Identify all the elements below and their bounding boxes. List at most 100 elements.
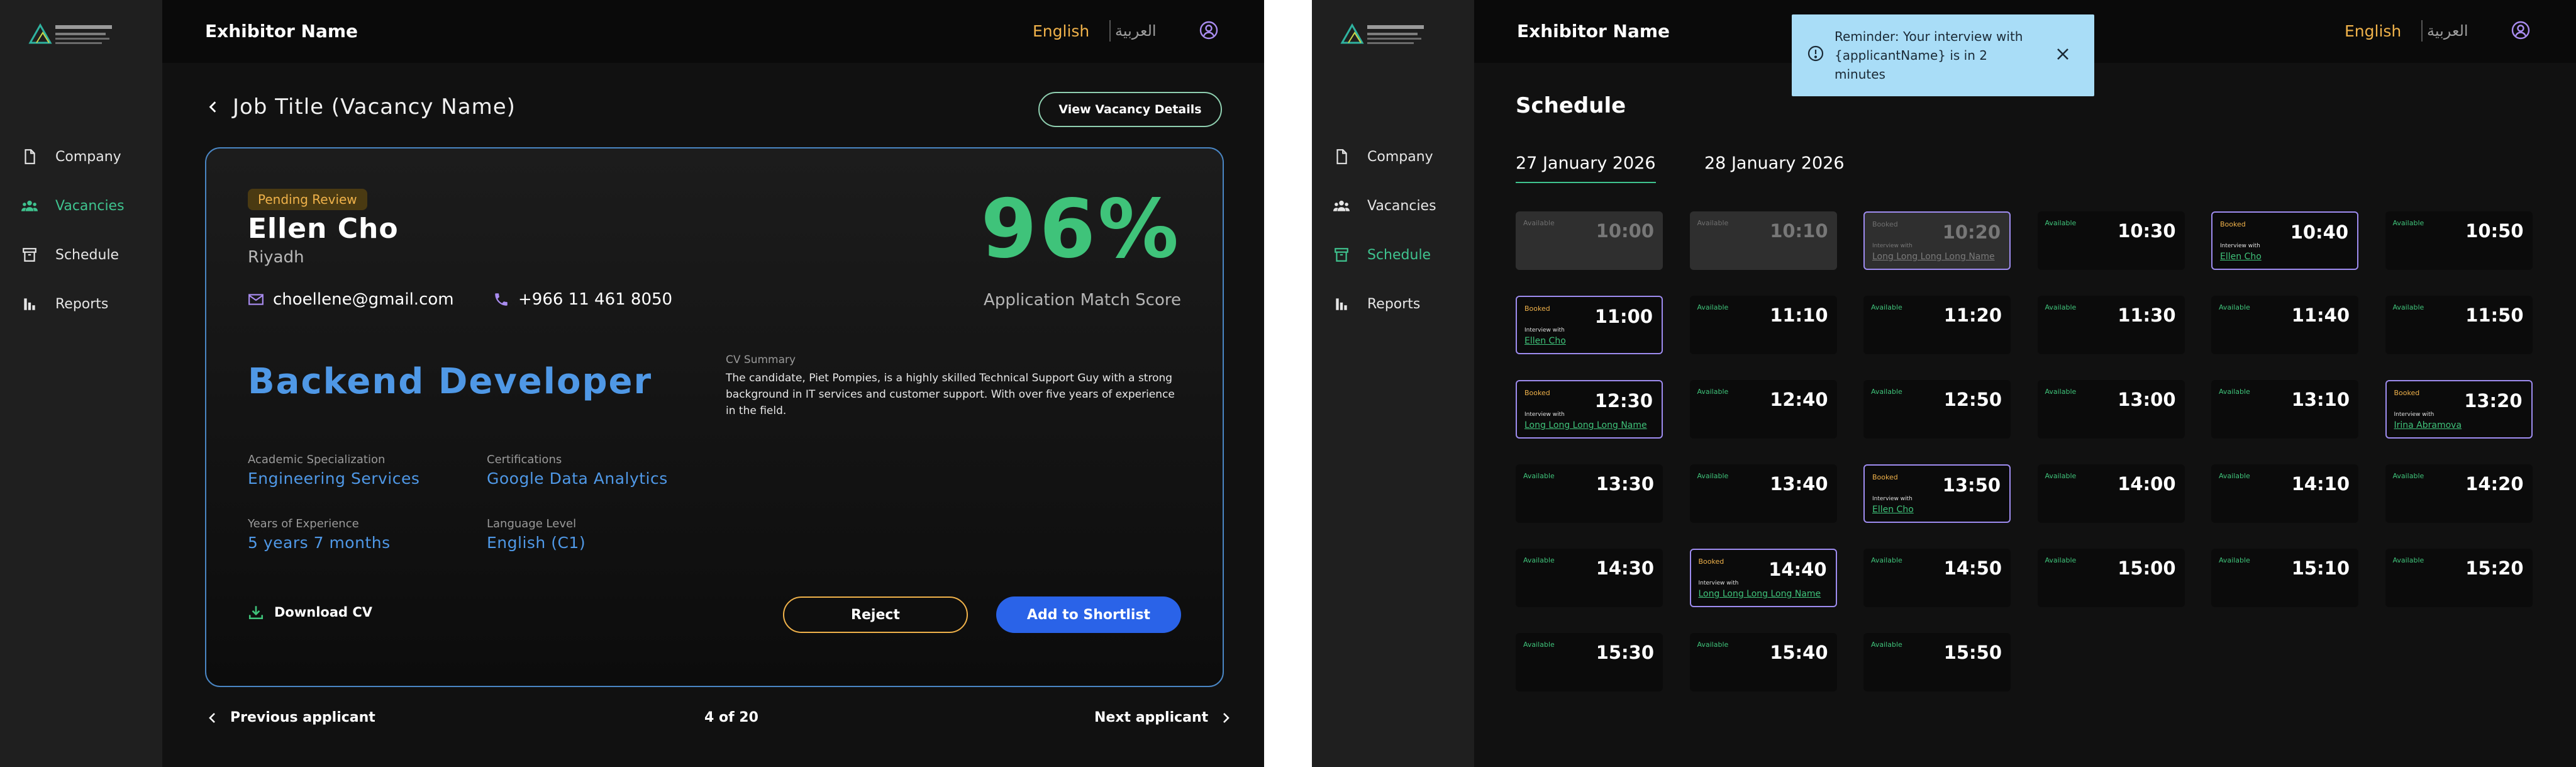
slot-status: Available [1697,388,1729,396]
tab-date-1[interactable]: 27 January 2026 [1516,154,1656,183]
schedule-slot[interactable]: Available 11:30 [2037,296,2185,354]
next-applicant-link[interactable]: Next applicant [1094,710,1232,725]
slot-applicant-link[interactable]: Ellen Cho [1872,505,1914,515]
schedule-slot[interactable]: Available 11:10 [1689,296,1837,354]
schedule-slot[interactable]: Booked 14:40 Interview with Long Long Long … [1689,549,1837,607]
slot-time: 11:40 [2291,305,2350,326]
slot-time: 12:40 [1770,389,1828,410]
tab-date-2[interactable]: 28 January 2026 [1704,154,1845,182]
slot-status: Available [1697,303,1729,311]
slot-time: 11:00 [1594,306,1653,327]
slot-applicant-link[interactable]: Long Long Long Long Name [1872,252,1995,262]
schedule-slot[interactable]: Booked 10:20 Interview with Long Long Long … [1863,211,2011,270]
previous-applicant-link[interactable]: Previous applicant [206,710,375,725]
slot-status: Available [1697,472,1729,480]
slot-status: Available [1871,556,1902,564]
slot-time: 14:40 [1768,559,1827,580]
slot-status: Available [2219,556,2250,564]
language-english[interactable]: English [1033,22,1089,40]
sidebar-item-vacancies[interactable]: Vacancies [0,181,162,230]
schedule-slot[interactable]: Available 15:40 [1689,633,1837,691]
schedule-slot[interactable]: Available 10:50 [2385,211,2533,270]
sidebar-item-label: Company [1367,148,1433,165]
schedule-slot[interactable]: Available 13:40 [1689,464,1837,523]
exhibitor-name: Exhibitor Name [205,21,358,42]
schedule-slot[interactable]: Available 15:00 [2037,549,2185,607]
slot-applicant-link[interactable]: Ellen Cho [1524,336,1566,346]
schedule-slot[interactable]: Available 12:50 [1863,380,2011,439]
applicant-name: Ellen Cho [248,213,399,245]
view-vacancy-details-button[interactable]: View Vacancy Details [1038,92,1222,127]
slot-time: 15:40 [1770,642,1828,663]
schedule-slot[interactable]: Available 14:20 [2385,464,2533,523]
language-arabic[interactable]: العربية [1115,22,1157,40]
schedule-slot[interactable]: Available 11:20 [1863,296,2011,354]
sidebar-item-reports[interactable]: Reports [1312,279,1474,328]
slot-status: Booked [1524,305,1550,313]
slot-applicant-link[interactable]: Long Long Long Long Name [1524,420,1647,430]
sidebar-item-schedule[interactable]: Schedule [0,230,162,279]
sidebar-item-label: Reports [55,296,109,312]
sidebar-item-schedule[interactable]: Schedule [1312,230,1474,279]
schedule-slot[interactable]: Available 10:10 [1689,211,1837,270]
add-to-shortlist-button[interactable]: Add to Shortlist [996,596,1181,633]
download-icon [248,606,264,620]
sidebar-item-company[interactable]: Company [1312,132,1474,181]
reject-button[interactable]: Reject [783,596,968,633]
schedule-slot[interactable]: Available 14:10 [2211,464,2358,523]
sidebar-item-company[interactable]: Company [0,132,162,181]
applicant-city: Riyadh [248,248,304,267]
schedule-slot[interactable]: Available 14:00 [2037,464,2185,523]
applicant-email: choellene@gmail.com [248,290,454,309]
sidebar-item-reports[interactable]: Reports [0,279,162,328]
slot-applicant-link[interactable]: Ellen Cho [2220,252,2262,262]
archive-icon [21,247,38,263]
schedule-slot[interactable]: Available 11:40 [2211,296,2358,354]
schedule-slot[interactable]: Available 13:00 [2037,380,2185,439]
applicant-counter: 4 of 20 [704,710,758,725]
schedule-slot[interactable]: Available 14:50 [1863,549,2011,607]
language-english[interactable]: English [2345,22,2401,40]
chevron-left-icon[interactable] [206,100,220,114]
schedule-slot[interactable]: Available 14:30 [1516,549,1663,607]
schedule-slot[interactable]: Booked 13:50 Interview with Ellen Cho [1863,464,2011,523]
slot-applicant-link[interactable]: Irina Abramova [2394,420,2462,430]
schedule-slot[interactable]: Available 13:30 [1516,464,1663,523]
schedule-slot[interactable]: Booked 10:40 Interview with Ellen Cho [2211,211,2358,270]
schedule-slot[interactable]: Booked 13:20 Interview with Irina Abramova [2385,380,2533,439]
slot-applicant-link[interactable]: Long Long Long Long Name [1699,589,1821,599]
schedule-slot[interactable]: Available 12:40 [1689,380,1837,439]
slot-status: Booked [1698,557,1724,566]
schedule-slot[interactable]: Booked 12:30 Interview with Long Long Long … [1516,380,1663,439]
user-profile-icon[interactable] [2511,20,2531,40]
ministry-logo [1340,23,1424,44]
schedule-slot[interactable]: Available 15:30 [1516,633,1663,691]
schedule-slot[interactable]: Available 15:20 [2385,549,2533,607]
back-row: Job Title (Vacancy Name) [206,94,516,120]
certifications-label: Certifications [487,453,562,466]
schedule-slot[interactable]: Available 15:50 [1863,633,2011,691]
language-arabic[interactable]: العربية [2427,22,2468,40]
slot-status: Available [2392,303,2424,311]
exhibitor-name: Exhibitor Name [1517,21,1670,42]
schedule-slot[interactable]: Booked 11:00 Interview with Ellen Cho [1516,296,1663,354]
slot-time: 15:00 [2118,557,2176,579]
slot-time: 11:30 [2118,305,2176,326]
slot-time: 10:20 [1942,221,2001,243]
schedule-slot[interactable]: Available 10:30 [2037,211,2185,270]
schedule-slot[interactable]: Available 15:10 [2211,549,2358,607]
schedule-slot[interactable]: Available 11:50 [2385,296,2533,354]
schedule-slot[interactable]: Available 13:10 [2211,380,2358,439]
close-icon[interactable] [2055,46,2071,62]
sidebar-item-vacancies[interactable]: Vacancies [1312,181,1474,230]
slot-status: Available [1871,641,1902,649]
bar-chart-icon [21,296,38,312]
slot-time: 13:50 [1942,474,2001,496]
slot-status: Booked [1524,389,1550,397]
schedule-slot[interactable]: Available 10:00 [1516,211,1663,270]
page-title: Job Title (Vacancy Name) [233,94,516,120]
cv-summary-label: CV Summary [726,354,796,366]
download-cv-link[interactable]: Download CV [248,604,372,620]
user-profile-icon[interactable] [1199,20,1219,40]
certifications-value: Google Data Analytics [487,469,668,488]
